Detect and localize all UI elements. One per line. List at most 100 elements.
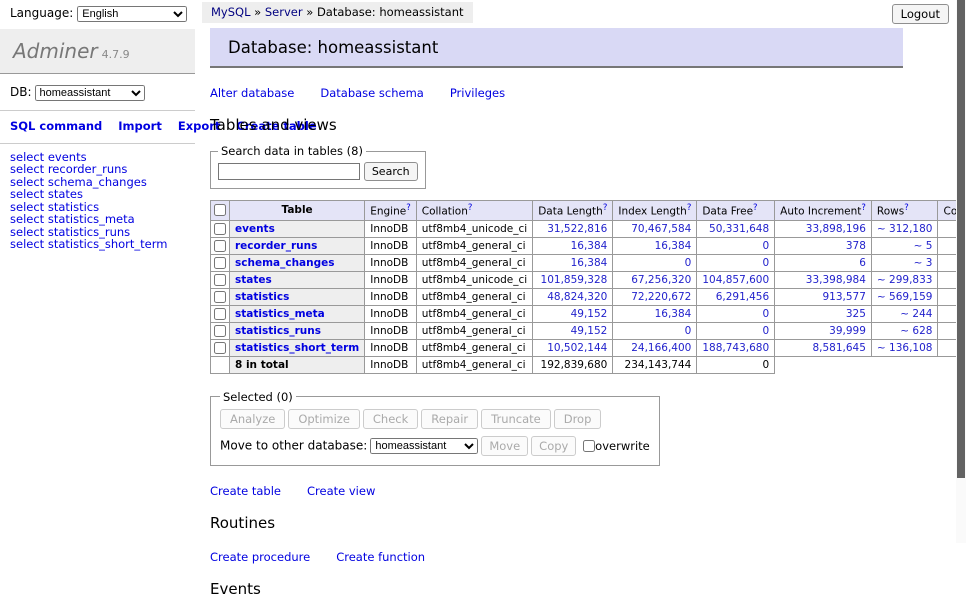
data-free-link[interactable]: 188,743,680 [702,342,769,354]
move-button[interactable]: Move [481,436,528,456]
help-link[interactable]: ? [603,203,608,213]
data-free-link[interactable]: 0 [762,308,769,320]
data-length-link[interactable]: 49,152 [571,325,608,337]
rows-link[interactable]: ~ 5 [914,240,933,252]
index-length-link[interactable]: 0 [685,257,692,269]
auto-increment-link[interactable]: 325 [846,308,866,320]
create-function-link[interactable]: Create function [336,550,425,564]
row-checkbox[interactable] [214,308,226,320]
row-checkbox[interactable] [214,291,226,303]
sql-command-link[interactable]: SQL command [10,119,102,133]
copy-button[interactable]: Copy [531,436,576,456]
help-link[interactable]: ? [406,203,411,213]
select-all-checkbox[interactable] [214,204,226,216]
data-length-link[interactable]: 48,824,320 [547,291,607,303]
cell-engine: InnoDB [365,271,417,288]
analyze-button[interactable]: Analyze [220,409,285,429]
data-length-link[interactable]: 10,502,144 [547,342,607,354]
statistics-table-link[interactable]: statistics [235,291,289,303]
data-length-link[interactable]: 16,384 [571,240,608,252]
data-length-link[interactable]: 16,384 [571,257,608,269]
rows-link[interactable]: ~ 312,180 [877,223,933,235]
data-free-link[interactable]: 6,291,456 [716,291,769,303]
data-length-link[interactable]: 49,152 [571,308,608,320]
overwrite-checkbox[interactable] [583,440,595,452]
row-checkbox[interactable] [214,240,226,252]
database-schema-link[interactable]: Database schema [320,86,423,100]
mysql-breadcrumb-link[interactable]: MySQL [211,5,251,19]
statistics-runs-table-link[interactable]: statistics_runs [235,325,321,337]
row-checkbox[interactable] [214,223,226,235]
auto-increment-link[interactable]: 6 [859,257,866,269]
index-length-link[interactable]: 0 [685,325,692,337]
row-checkbox[interactable] [214,257,226,269]
alter-database-link[interactable]: Alter database [210,86,294,100]
data-free-link[interactable]: 104,857,600 [702,274,769,286]
statistics-short-term-table-link[interactable]: statistics_short_term [235,342,359,354]
index-length-link[interactable]: 16,384 [655,240,692,252]
recorder-runs-table-link[interactable]: recorder_runs [235,240,317,252]
data-free-link[interactable]: 0 [762,257,769,269]
help-link[interactable]: ? [468,203,473,213]
search-fieldset: Search data in tables (8) Search [210,144,426,189]
auto-increment-link[interactable]: 33,898,196 [806,223,866,235]
cell-collation: utf8mb4_unicode_ci [416,271,532,288]
states-table-link[interactable]: states [235,274,272,286]
create-procedure-link[interactable]: Create procedure [210,550,310,564]
row-checkbox[interactable] [214,325,226,337]
help-link[interactable]: ? [753,203,758,213]
search-input[interactable] [218,163,360,180]
table-row: schema_changesInnoDButf8mb4_general_ci16… [211,254,966,271]
auto-increment-link[interactable]: 33,398,984 [806,274,866,286]
rows-link[interactable]: ~ 3 [914,257,933,269]
schema-changes-table-link[interactable]: schema_changes [235,257,335,269]
index-length-link[interactable]: 24,166,400 [631,342,691,354]
drop-button[interactable]: Drop [554,409,602,429]
row-checkbox[interactable] [214,274,226,286]
index-length-link[interactable]: 16,384 [655,308,692,320]
adminer-brand-link[interactable]: Adminer [13,39,98,63]
row-checkbox[interactable] [214,342,226,354]
create-view-link[interactable]: Create view [307,484,375,498]
help-link[interactable]: ? [687,203,692,213]
rows-link[interactable]: ~ 569,159 [877,291,933,303]
help-link[interactable]: ? [904,203,909,213]
language-select[interactable]: English [77,6,187,22]
data-free-link[interactable]: 0 [762,325,769,337]
db-select[interactable]: homeassistant [35,85,145,101]
privileges-link[interactable]: Privileges [450,86,505,100]
rows-link[interactable]: ~ 299,833 [877,274,933,286]
truncate-button[interactable]: Truncate [481,409,551,429]
select-statistics-short-term-link[interactable]: select statistics_short_term [10,237,167,251]
data-length-link[interactable]: 101,859,328 [541,274,608,286]
move-db-select[interactable]: homeassistant [370,438,478,454]
create-table-link[interactable]: Create table [210,484,281,498]
auto-increment-link[interactable]: 378 [846,240,866,252]
rows-link[interactable]: ~ 244 [900,308,932,320]
auto-increment-link[interactable]: 8,581,645 [812,342,865,354]
vertical-scrollbar[interactable] [956,0,966,543]
statistics-meta-table-link[interactable]: statistics_meta [235,308,325,320]
rows-link[interactable]: ~ 628 [900,325,932,337]
index-length-link[interactable]: 70,467,584 [631,223,691,235]
optimize-button[interactable]: Optimize [288,409,360,429]
server-breadcrumb-link[interactable]: Server [265,5,303,19]
row-checkbox-cell [211,288,230,305]
repair-button[interactable]: Repair [421,409,478,429]
help-link[interactable]: ? [861,203,866,213]
rows-link[interactable]: ~ 136,108 [877,342,933,354]
import-link[interactable]: Import [118,119,162,133]
auto-increment-link[interactable]: 39,999 [829,325,866,337]
data-free-link[interactable]: 50,331,648 [709,223,769,235]
index-length-link[interactable]: 72,220,672 [631,291,691,303]
data-free-link[interactable]: 0 [762,240,769,252]
auto-increment-link[interactable]: 913,577 [823,291,866,303]
logout-button[interactable]: Logout [892,4,949,24]
index-length-link[interactable]: 67,256,320 [631,274,691,286]
check-button[interactable]: Check [363,409,418,429]
events-table-link[interactable]: events [235,223,275,235]
cell-auto-increment: 33,898,196 [775,220,872,237]
scrollbar-thumb[interactable] [957,0,965,478]
search-button[interactable]: Search [364,162,418,181]
data-length-link[interactable]: 31,522,816 [547,223,607,235]
